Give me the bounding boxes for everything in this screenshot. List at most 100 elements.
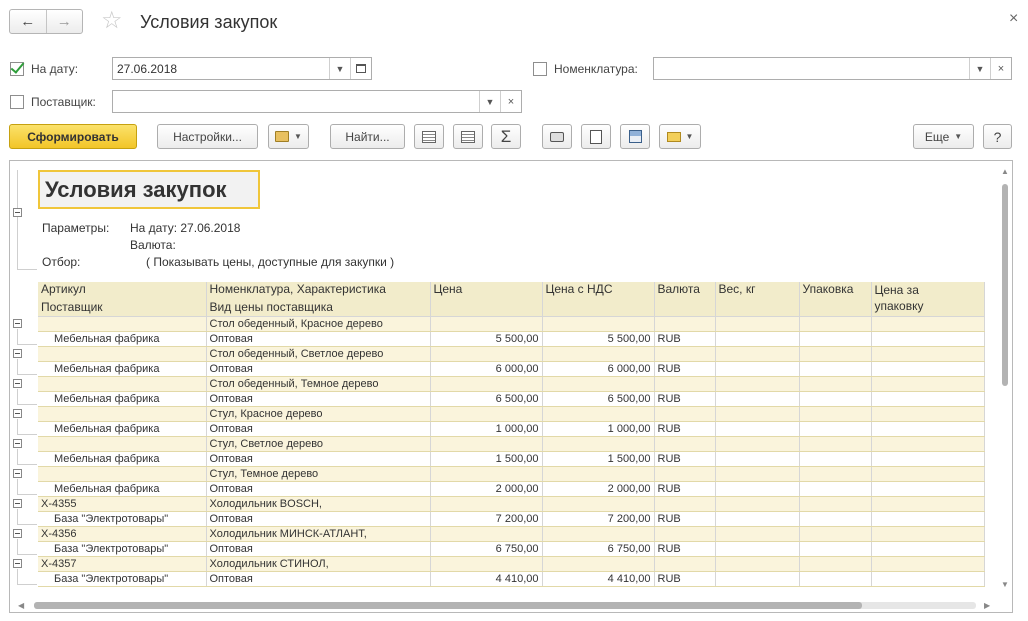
date-field[interactable]: 27.06.2018 ▼ — [112, 57, 372, 80]
supplier-checkbox[interactable] — [10, 95, 24, 109]
favorite-star-icon[interactable]: ☆ — [101, 8, 123, 34]
back-arrow-icon[interactable]: ← — [10, 10, 46, 33]
more-button[interactable]: Еще ▼ — [913, 124, 974, 149]
floppy-disk-icon — [628, 130, 642, 143]
dropdown-arrow-icon[interactable]: ▼ — [329, 58, 350, 79]
group-row[interactable]: Стол обеденный, Светлое дерево — [38, 346, 985, 362]
generate-button[interactable]: Сформировать — [9, 124, 137, 149]
currency-cell: RUB — [654, 511, 716, 527]
price-vat-cell: 6 750,00 — [542, 541, 655, 557]
tree-line — [17, 329, 18, 345]
tree-line — [17, 170, 18, 270]
group-row[interactable]: Стол обеденный, Темное дерево — [38, 376, 985, 392]
nomenclature-cell: Холодильник МИНСК-АТЛАНТ, — [206, 526, 431, 542]
supplier-field[interactable]: ▼ × — [112, 90, 522, 113]
collapse-icon[interactable] — [13, 349, 22, 358]
price-cell: 1 500,00 — [430, 451, 543, 467]
print-button[interactable] — [542, 124, 572, 149]
group-row[interactable]: Х-4357 Холодильник СТИНОЛ, — [38, 556, 985, 572]
article-cell — [38, 406, 207, 422]
folder-icon — [275, 131, 290, 142]
price-cell: 2 000,00 — [430, 481, 543, 497]
date-value[interactable]: 27.06.2018 — [113, 58, 329, 79]
help-button[interactable]: ? — [983, 124, 1012, 149]
find-button[interactable]: Найти... — [330, 124, 405, 149]
collapse-icon[interactable] — [13, 208, 22, 217]
vertical-scrollbar-thumb[interactable] — [1002, 184, 1008, 386]
nomenclature-checkbox[interactable] — [533, 62, 547, 76]
price-vat-cell: 1 000,00 — [542, 421, 655, 437]
dropdown-arrow-icon[interactable]: ▼ — [479, 91, 500, 112]
dropdown-arrow-icon[interactable]: ▼ — [969, 58, 990, 79]
tree-line — [17, 584, 37, 585]
calendar-icon[interactable] — [350, 58, 371, 79]
collapse-icon[interactable] — [13, 379, 22, 388]
detail-row[interactable]: Мебельная фабрика Оптовая 6 000,00 6 000,00… — [38, 361, 985, 377]
price-vat-cell: 7 200,00 — [542, 511, 655, 527]
group-row[interactable]: Стол обеденный, Красное дерево — [38, 316, 985, 332]
tree-line — [17, 539, 18, 555]
nomenclature-field[interactable]: ▼ × — [653, 57, 1012, 80]
save-button[interactable] — [620, 124, 650, 149]
clear-icon[interactable]: × — [500, 91, 521, 112]
forward-arrow-icon[interactable]: → — [45, 10, 83, 33]
article-cell: Х-4357 — [38, 556, 207, 572]
collapse-icon[interactable] — [13, 409, 22, 418]
variant-button[interactable]: ▼ — [268, 124, 309, 149]
tree-line — [17, 494, 37, 495]
article-cell — [38, 466, 207, 482]
detail-row[interactable]: База "Электротовары" Оптовая 6 750,00 6 750… — [38, 541, 985, 557]
price-vat-cell: 5 500,00 — [542, 331, 655, 347]
detail-row[interactable]: Мебельная фабрика Оптовая 2 000,00 2 000,00… — [38, 481, 985, 497]
printer-icon — [550, 131, 564, 142]
nomenclature-cell: Стол обеденный, Светлое дерево — [206, 346, 431, 362]
scroll-up-arrow-icon[interactable]: ▲ — [1001, 167, 1009, 176]
detail-row[interactable]: Мебельная фабрика Оптовая 5 500,00 5 500,00… — [38, 331, 985, 347]
supplier-cell: База "Электротовары" — [38, 541, 207, 557]
detail-row[interactable]: Мебельная фабрика Оптовая 1 000,00 1 000,00… — [38, 421, 985, 437]
header-supplier: Поставщик — [38, 298, 207, 317]
collapse-icon[interactable] — [13, 559, 22, 568]
clear-icon[interactable]: × — [990, 58, 1011, 79]
close-icon[interactable]: × — [1009, 10, 1018, 28]
date-checkbox[interactable] — [10, 62, 24, 76]
collapse-icon[interactable] — [13, 529, 22, 538]
supplier-cell: База "Электротовары" — [38, 511, 207, 527]
supplier-value[interactable] — [113, 91, 479, 112]
preview-button[interactable] — [581, 124, 611, 149]
collapse-icon[interactable] — [13, 439, 22, 448]
param-currency: Валюта: — [130, 238, 176, 252]
detail-row[interactable]: База "Электротовары" Оптовая 7 200,00 7 200… — [38, 511, 985, 527]
group-row[interactable]: Х-4355 Холодильник BOSCH, — [38, 496, 985, 512]
group-row[interactable]: Х-4356 Холодильник МИНСК-АТЛАНТ, — [38, 526, 985, 542]
collapse-groups-button[interactable] — [414, 124, 444, 149]
settings-button[interactable]: Настройки... — [157, 124, 258, 149]
send-email-button[interactable]: ▼ — [659, 124, 701, 149]
detail-row[interactable]: База "Электротовары" Оптовая 4 410,00 4 410… — [38, 571, 985, 587]
group-row[interactable]: Стул, Темное дерево — [38, 466, 985, 482]
header-currency: Валюта — [654, 282, 716, 317]
supplier-cell: Мебельная фабрика — [38, 361, 207, 377]
scroll-left-arrow-icon[interactable]: ◀ — [18, 601, 24, 610]
header-weight: Вес, кг — [715, 282, 800, 317]
collapse-icon[interactable] — [13, 469, 22, 478]
detail-row[interactable]: Мебельная фабрика Оптовая 6 500,00 6 500,00… — [38, 391, 985, 407]
expand-groups-button[interactable] — [453, 124, 483, 149]
header-price: Цена — [430, 282, 543, 317]
scroll-down-arrow-icon[interactable]: ▼ — [1001, 580, 1009, 589]
window-title: Условия закупок — [140, 12, 278, 32]
group-row[interactable]: Стул, Красное дерево — [38, 406, 985, 422]
nomenclature-cell: Стол обеденный, Темное дерево — [206, 376, 431, 392]
collapse-icon[interactable] — [13, 319, 22, 328]
horizontal-scrollbar-thumb[interactable] — [34, 602, 862, 609]
nomenclature-value[interactable] — [654, 58, 969, 79]
navigation-buttons: ← → — [9, 9, 83, 34]
scroll-right-arrow-icon[interactable]: ▶ — [984, 601, 990, 610]
sum-button[interactable]: Σ — [491, 124, 521, 149]
filter-value: ( Показывать цены, доступные для закупки… — [146, 255, 395, 269]
date-label: На дату: — [31, 62, 79, 76]
group-row[interactable]: Стул, Светлое дерево — [38, 436, 985, 452]
detail-row[interactable]: Мебельная фабрика Оптовая 1 500,00 1 500,00… — [38, 451, 985, 467]
collapse-icon[interactable] — [13, 499, 22, 508]
nomenclature-cell: Стул, Красное дерево — [206, 406, 431, 422]
